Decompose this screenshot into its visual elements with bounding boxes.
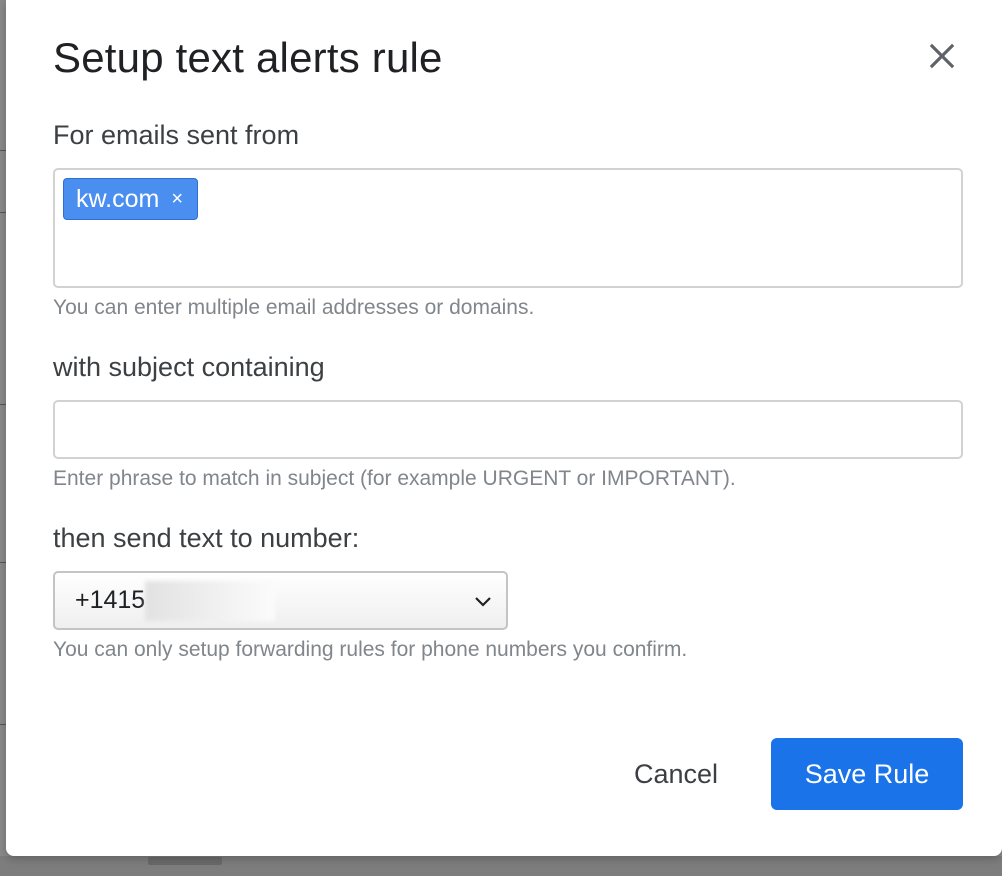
redacted-digits xyxy=(145,580,276,621)
number-label: then send text to number: xyxy=(53,523,360,553)
text-alerts-dialog: Setup text alerts rule For emails sent f… xyxy=(6,0,1002,856)
subject-label: with subject containing xyxy=(53,352,325,382)
close-button[interactable] xyxy=(922,36,962,76)
number-hint: You can only setup forwarding rules for … xyxy=(53,638,688,661)
subject-input[interactable] xyxy=(53,400,963,459)
subject-hint: Enter phrase to match in subject (for ex… xyxy=(53,467,736,490)
from-hint: You can enter multiple email addresses o… xyxy=(53,296,535,319)
address-chip[interactable]: kw.com × xyxy=(63,178,199,220)
dialog-title: Setup text alerts rule xyxy=(53,34,443,81)
from-addresses-field[interactable]: kw.com × xyxy=(53,168,963,288)
save-rule-button[interactable]: Save Rule xyxy=(771,738,963,810)
selected-phone-number: +1415 xyxy=(75,586,146,614)
cancel-button[interactable]: Cancel xyxy=(606,738,746,810)
close-icon xyxy=(929,43,955,69)
address-chip-label: kw.com xyxy=(76,184,160,213)
chevron-down-icon xyxy=(475,596,491,607)
phone-number-select[interactable]: +1415 xyxy=(53,571,508,630)
backdrop-chip xyxy=(148,857,222,865)
remove-chip-icon[interactable]: × xyxy=(171,189,183,209)
from-label: For emails sent from xyxy=(53,120,300,150)
